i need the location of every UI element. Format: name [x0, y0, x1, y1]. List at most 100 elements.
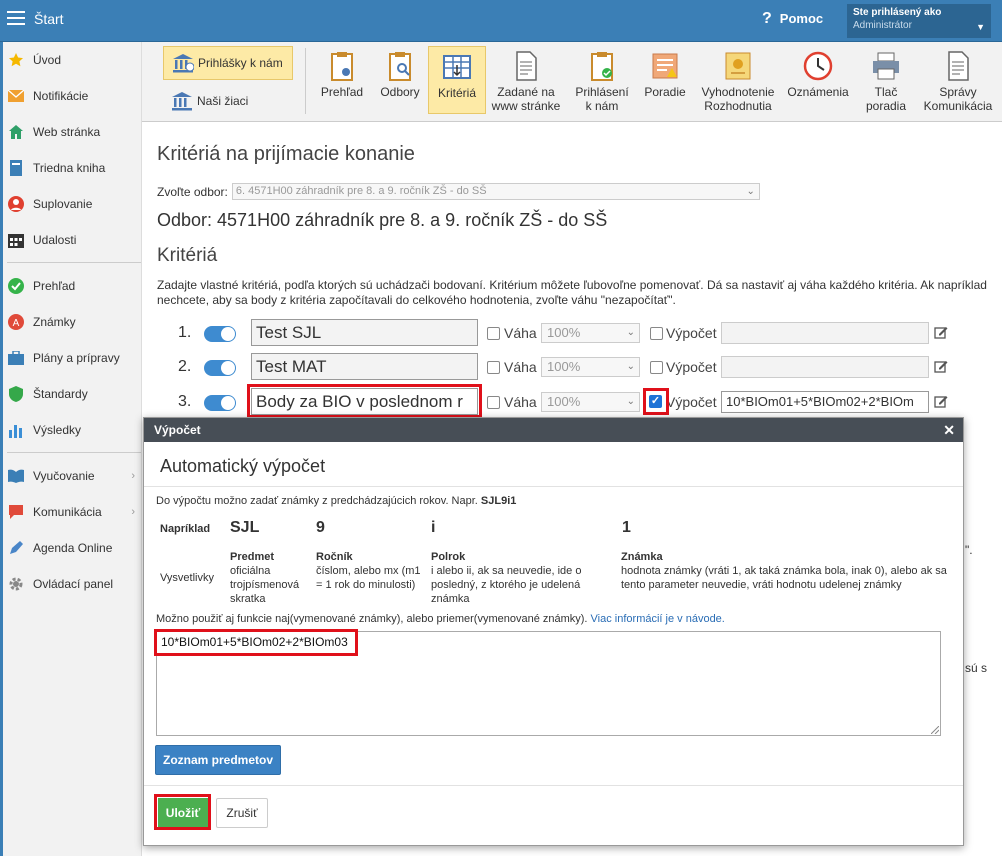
- highlight-checkbox: [643, 388, 669, 415]
- weight-checkbox[interactable]: [487, 361, 500, 374]
- explain-predmet: Predmet oficiálna trojpísmenová skratka: [230, 551, 300, 605]
- sidebar-item-uvod[interactable]: Úvod: [7, 48, 141, 72]
- highlight-formula: [154, 629, 358, 656]
- dialog-header: Výpočet ✕: [144, 418, 963, 442]
- briefcase-icon: [7, 349, 25, 367]
- criterion-name-input[interactable]: Test MAT: [251, 353, 478, 380]
- clipboard-check-icon: [591, 52, 613, 81]
- certificate-icon: [725, 52, 751, 80]
- sidebar-item-vysledky[interactable]: Výsledky: [7, 418, 141, 442]
- calc-checkbox[interactable]: [650, 361, 663, 374]
- sidebar-item-prehlad[interactable]: Prehľad: [7, 274, 141, 298]
- tab-spravy[interactable]: Správy Komunikácia: [918, 46, 998, 114]
- formula-input[interactable]: [721, 356, 929, 378]
- criterion-name-input[interactable]: Test SJL: [251, 319, 478, 346]
- chevron-down-icon: ⌄: [746, 186, 755, 197]
- calendar-icon: [7, 231, 25, 249]
- ranking-warning-icon: [652, 53, 678, 79]
- page-title: Kritériá na prijímacie konanie: [157, 143, 415, 165]
- tab-vyhodnotenie[interactable]: Vyhodnotenie Rozhodnutia: [696, 46, 780, 114]
- tab-kriteria[interactable]: Kritériá: [428, 46, 486, 114]
- menu-icon[interactable]: [7, 11, 25, 25]
- weight-select[interactable]: 100% ⌄: [541, 357, 640, 377]
- weight-select[interactable]: 100% ⌄: [541, 392, 640, 412]
- sidebar-item-ovladaci-panel[interactable]: Ovládací panel: [7, 572, 141, 596]
- toolbar: Prihlášky k nám Naši žiaci Prehľad Odbor…: [142, 42, 1002, 122]
- tab-prihlaseni[interactable]: Prihlásení k nám: [570, 46, 634, 114]
- sidebar-item-agenda[interactable]: Agenda Online: [7, 536, 141, 560]
- weight-checkbox[interactable]: [487, 327, 500, 340]
- sidebar-item-plany[interactable]: Plány a prípravy: [7, 346, 141, 370]
- grade-icon: A: [7, 313, 25, 331]
- kriteria-description: Zadajte vlastné kritériá, podľa ktorých …: [157, 278, 987, 307]
- dialog-title: Automatický výpočet: [160, 456, 326, 476]
- cancel-button[interactable]: Zrušiť: [216, 798, 268, 828]
- toolbar-divider: [305, 48, 306, 114]
- tab-prehlad[interactable]: Prehľad: [314, 46, 370, 114]
- criterion-toggle[interactable]: [204, 360, 236, 376]
- prihlasky-button[interactable]: Prihlášky k nám: [163, 46, 293, 80]
- resize-handle-icon[interactable]: [931, 726, 939, 734]
- explain-polrok: Polrok i alebo ii, ak sa neuvedie, ide o …: [431, 551, 582, 605]
- sidebar-item-komunikacia[interactable]: Komunikácia ›: [7, 500, 141, 524]
- sidebar-item-web[interactable]: Web stránka: [7, 120, 141, 144]
- tab-odbory[interactable]: Odbory: [375, 46, 425, 114]
- formula-input[interactable]: 10*BIOm01+5*BIOm02+2*BIOm: [721, 391, 929, 413]
- chevron-down-icon: ⌄: [626, 396, 635, 407]
- document-icon: [516, 51, 537, 81]
- clipboard-search-icon: [389, 52, 411, 81]
- bank-icon: [173, 54, 194, 73]
- tab-oznamenia[interactable]: Oznámenia: [784, 46, 852, 114]
- functions-note: Možno použiť aj funkcie naj(vymenované z…: [156, 613, 725, 625]
- dialog-divider: [144, 785, 963, 786]
- book-icon: [7, 159, 25, 177]
- tab-tlac[interactable]: Tlač poradia: [860, 46, 912, 114]
- sidebar-divider: [7, 262, 141, 263]
- explain-znamka: Známka hodnota známky (vráti 1, ak taká z…: [621, 551, 947, 591]
- calc-checkbox[interactable]: [650, 327, 663, 340]
- subject-list-button[interactable]: Zoznam predmetov: [155, 745, 281, 775]
- user-menu[interactable]: Ste prihlásený ako Administrátor ▼: [847, 4, 991, 38]
- edit-icon[interactable]: [934, 325, 948, 339]
- help-link[interactable]: Viac informácií je v návode.: [591, 613, 725, 625]
- gear-icon: [7, 575, 25, 593]
- clock-icon: [803, 51, 833, 81]
- document-icon: [948, 51, 969, 81]
- person-icon: [7, 195, 25, 213]
- nasi-ziaci-button[interactable]: Naši žiaci: [163, 88, 293, 114]
- chevron-right-icon: ›: [131, 470, 135, 482]
- sidebar-item-notifikacie[interactable]: Notifikácie: [7, 84, 141, 108]
- weight-select[interactable]: 100% ⌄: [541, 323, 640, 343]
- question-icon: ?: [762, 10, 772, 27]
- bank-icon: [172, 92, 192, 111]
- calc-dialog: Výpočet ✕ Automatický výpočet Do výpočtu…: [143, 417, 964, 846]
- criterion-toggle[interactable]: [204, 395, 236, 411]
- close-icon[interactable]: ✕: [943, 422, 955, 439]
- help-link[interactable]: ? Pomoc: [762, 10, 823, 28]
- caret-down-icon: ▼: [976, 22, 985, 32]
- top-bar: Štart ? Pomoc Ste prihlásený ako Administ…: [0, 0, 1002, 42]
- star-icon: [7, 51, 25, 69]
- sidebar-item-znamky[interactable]: A Známky: [7, 310, 141, 334]
- formula-input[interactable]: [721, 322, 929, 344]
- shield-icon: [7, 385, 25, 403]
- weight-checkbox[interactable]: [487, 396, 500, 409]
- sidebar-item-udalosti[interactable]: Udalosti: [7, 228, 141, 252]
- sidebar-item-vyucovanie[interactable]: Vyučovanie ›: [7, 464, 141, 488]
- chevron-right-icon: ›: [131, 506, 135, 518]
- envelope-icon: [7, 87, 25, 105]
- check-circle-icon: [7, 277, 25, 295]
- explain-rocnik: Ročník číslom, alebo mx (m1 = 1 rok do mi…: [316, 551, 421, 591]
- sidebar-item-suplovanie[interactable]: Suplovanie: [7, 192, 141, 216]
- criterion-toggle[interactable]: [204, 326, 236, 342]
- brand-title[interactable]: Štart: [34, 11, 64, 27]
- bar-chart-icon: [7, 421, 25, 439]
- tab-poradie[interactable]: Poradie: [640, 46, 690, 114]
- odbor-select[interactable]: 6. 4571H00 záhradník pre 8. a 9. ročník …: [231, 183, 760, 200]
- edit-icon[interactable]: [934, 394, 948, 408]
- edit-icon[interactable]: [934, 359, 948, 373]
- dialog-divider: [144, 486, 963, 487]
- tab-zadane[interactable]: Zadané na www stránke: [491, 46, 561, 114]
- sidebar-item-standardy[interactable]: Štandardy: [7, 382, 141, 406]
- sidebar-item-triedna-kniha[interactable]: Triedna kniha: [7, 156, 141, 180]
